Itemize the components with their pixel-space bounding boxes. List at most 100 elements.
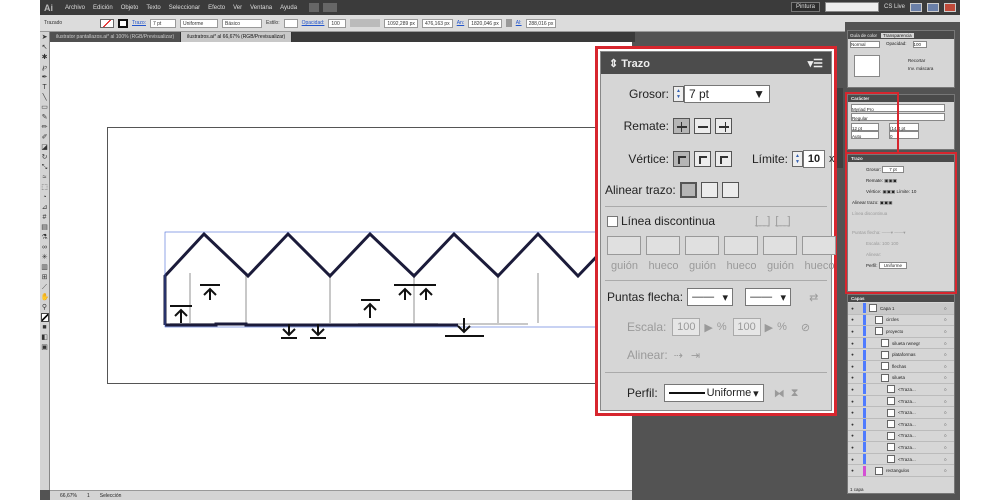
selection-tool-icon[interactable]: ➤ xyxy=(41,33,49,42)
dashed-checkbox[interactable] xyxy=(607,215,618,227)
align-inside-button[interactable] xyxy=(700,182,718,198)
opacity-label[interactable]: Opacidad: xyxy=(302,20,325,26)
free-transform-icon[interactable]: ⬚ xyxy=(41,183,49,192)
scale-field-2[interactable]: 100 xyxy=(732,318,761,336)
miter-join-button[interactable] xyxy=(673,151,690,167)
scale-2-arrow-icon[interactable]: ▶ xyxy=(765,321,773,334)
fill-stroke-icon[interactable] xyxy=(40,313,49,322)
layer-row[interactable]: ● <Traza... ○ xyxy=(848,430,954,443)
layer-row[interactable]: ● plataformas ○ xyxy=(848,349,954,361)
layer-row[interactable]: ● flechas ○ xyxy=(848,360,954,373)
layer-row[interactable]: ● proyecto ○ xyxy=(848,326,954,338)
invert-mask-checkbox[interactable]: Inv. máscara xyxy=(908,65,933,73)
blend-mode-dropdown[interactable]: Normal xyxy=(850,41,880,48)
eye-icon[interactable]: ● xyxy=(848,468,857,473)
zoom-icon[interactable]: ⚲ xyxy=(41,303,49,312)
blend-icon[interactable]: ∞ xyxy=(41,243,49,252)
arrow-tip-beyond-icon[interactable]: ⇢ xyxy=(674,349,683,362)
layer-row[interactable]: ● silueta rwnegr ○ xyxy=(848,337,954,350)
eye-icon[interactable]: ● xyxy=(848,341,857,346)
dash-align-icons[interactable]: [̲ ̲ ̲] [̲ ̲ ̲] xyxy=(755,215,792,227)
layer-row[interactable]: ● silueta ○ xyxy=(848,372,954,385)
layer-row[interactable]: ● rectangulos ○ xyxy=(848,465,954,477)
tab-color-guide[interactable]: Guía de color xyxy=(850,33,877,38)
tab-document-1[interactable]: ilustrator pantallazos.ai* al 100% (RGB/… xyxy=(50,32,182,42)
page-number[interactable]: 1 xyxy=(87,493,90,499)
stroke-swatch[interactable] xyxy=(118,18,128,28)
layer-row[interactable]: ● Capa 1 ○ xyxy=(848,303,954,315)
layer-row[interactable]: ● <Traza... ○ xyxy=(848,453,954,466)
eyedropper-icon[interactable]: ⚗ xyxy=(41,233,49,242)
pencil-icon[interactable]: ✏ xyxy=(41,123,49,132)
slice-icon[interactable]: ⟋ xyxy=(41,283,49,292)
platform-path[interactable] xyxy=(165,322,458,327)
silueta-path[interactable] xyxy=(163,231,603,325)
close-button[interactable] xyxy=(944,2,956,12)
eye-icon[interactable]: ● xyxy=(848,457,857,462)
line-tool-icon[interactable]: ╲ xyxy=(41,93,49,102)
eye-icon[interactable]: ● xyxy=(848,364,857,369)
type-tool-icon[interactable]: T xyxy=(41,83,49,92)
direct-selection-tool-icon[interactable]: ↖ xyxy=(41,43,49,52)
menu-seleccionar[interactable]: Seleccionar xyxy=(165,5,204,11)
rectangle-tool-icon[interactable]: ▭ xyxy=(41,103,49,112)
menu-ver[interactable]: Ver xyxy=(229,5,246,11)
help-search-input[interactable] xyxy=(824,2,879,12)
fill-swatch[interactable] xyxy=(100,18,114,28)
menu-efecto[interactable]: Efecto xyxy=(204,5,229,11)
eye-icon[interactable]: ● xyxy=(848,433,857,438)
layer-row[interactable]: ● <Traza... ○ xyxy=(848,407,954,419)
swap-arrows-icon[interactable]: ⇄ xyxy=(809,291,818,304)
symbol-sprayer-icon[interactable]: ✳ xyxy=(41,253,49,262)
tab-transparency[interactable]: Transparencia xyxy=(881,32,914,38)
mesh-icon[interactable]: # xyxy=(41,213,49,222)
limit-spinner[interactable]: ▲ ▼ xyxy=(792,151,804,167)
layer-row[interactable]: ● <Traza... ○ xyxy=(848,418,954,431)
draw-mode-icon[interactable]: ◧ xyxy=(41,333,49,342)
target-icon[interactable]: ○ xyxy=(944,445,954,450)
target-icon[interactable]: ○ xyxy=(944,341,954,346)
rotate-icon[interactable]: ↻ xyxy=(41,153,49,162)
eye-icon[interactable]: ● xyxy=(848,410,857,415)
dash-field-1[interactable] xyxy=(607,236,641,255)
scale-icon[interactable]: ⤡ xyxy=(41,163,49,172)
lasso-icon[interactable]: ℘ xyxy=(41,63,49,72)
butt-cap-button[interactable] xyxy=(673,118,690,134)
opacity-field[interactable]: 100 xyxy=(328,18,347,28)
minimize-button[interactable] xyxy=(910,2,922,12)
end-arrowhead-dropdown[interactable]: —— ▾ xyxy=(745,288,792,306)
menu-ayuda[interactable]: Ayuda xyxy=(276,5,301,11)
cs-live-button[interactable]: CS Live xyxy=(884,4,905,10)
perspective-icon[interactable]: ⊿ xyxy=(41,203,49,212)
flip-across-icon[interactable]: ⧗ xyxy=(791,387,799,400)
projecting-cap-button[interactable] xyxy=(715,118,732,134)
target-icon[interactable]: ○ xyxy=(944,422,954,427)
layer-row[interactable]: ● <Traza... ○ xyxy=(848,442,954,454)
height-field[interactable]: 288,016 px xyxy=(525,18,557,28)
stroke-label[interactable]: Trazo: xyxy=(132,20,146,26)
bevel-join-button[interactable] xyxy=(715,151,732,167)
artboard-tool-icon[interactable]: ⊞ xyxy=(41,273,49,282)
artwork[interactable] xyxy=(108,128,628,385)
panel-menu-icon[interactable]: ▾☰ xyxy=(808,57,823,70)
target-icon[interactable]: ○ xyxy=(944,317,954,322)
target-icon[interactable]: ○ xyxy=(944,387,954,392)
arrow-tip-at-end-icon[interactable]: ⇥ xyxy=(691,349,700,362)
round-join-button[interactable] xyxy=(694,151,711,167)
menu-objeto[interactable]: Objeto xyxy=(117,5,143,11)
tab-document-2[interactable]: ilustratros.ai* al 66,67% (RGB/Previsual… xyxy=(181,32,293,42)
scale-1-arrow-icon[interactable]: ▶ xyxy=(704,321,712,334)
maximize-button[interactable] xyxy=(927,2,939,12)
dash-field-2[interactable] xyxy=(685,236,719,255)
workspace-switcher[interactable]: Pintura xyxy=(790,2,820,12)
layer-row[interactable]: ● <Traza... ○ xyxy=(848,384,954,396)
dash-field-3[interactable] xyxy=(763,236,797,255)
magic-wand-icon[interactable]: ✱ xyxy=(41,53,49,62)
target-icon[interactable]: ○ xyxy=(944,457,954,462)
eye-icon[interactable]: ● xyxy=(848,375,857,380)
profile-dropdown[interactable]: Uniforme xyxy=(179,18,218,28)
menu-archivo[interactable]: Archivo xyxy=(61,5,89,11)
paintbrush-icon[interactable]: ✎ xyxy=(41,113,49,122)
artboard[interactable] xyxy=(107,127,627,384)
scale-field-1[interactable]: 100 xyxy=(672,318,701,336)
